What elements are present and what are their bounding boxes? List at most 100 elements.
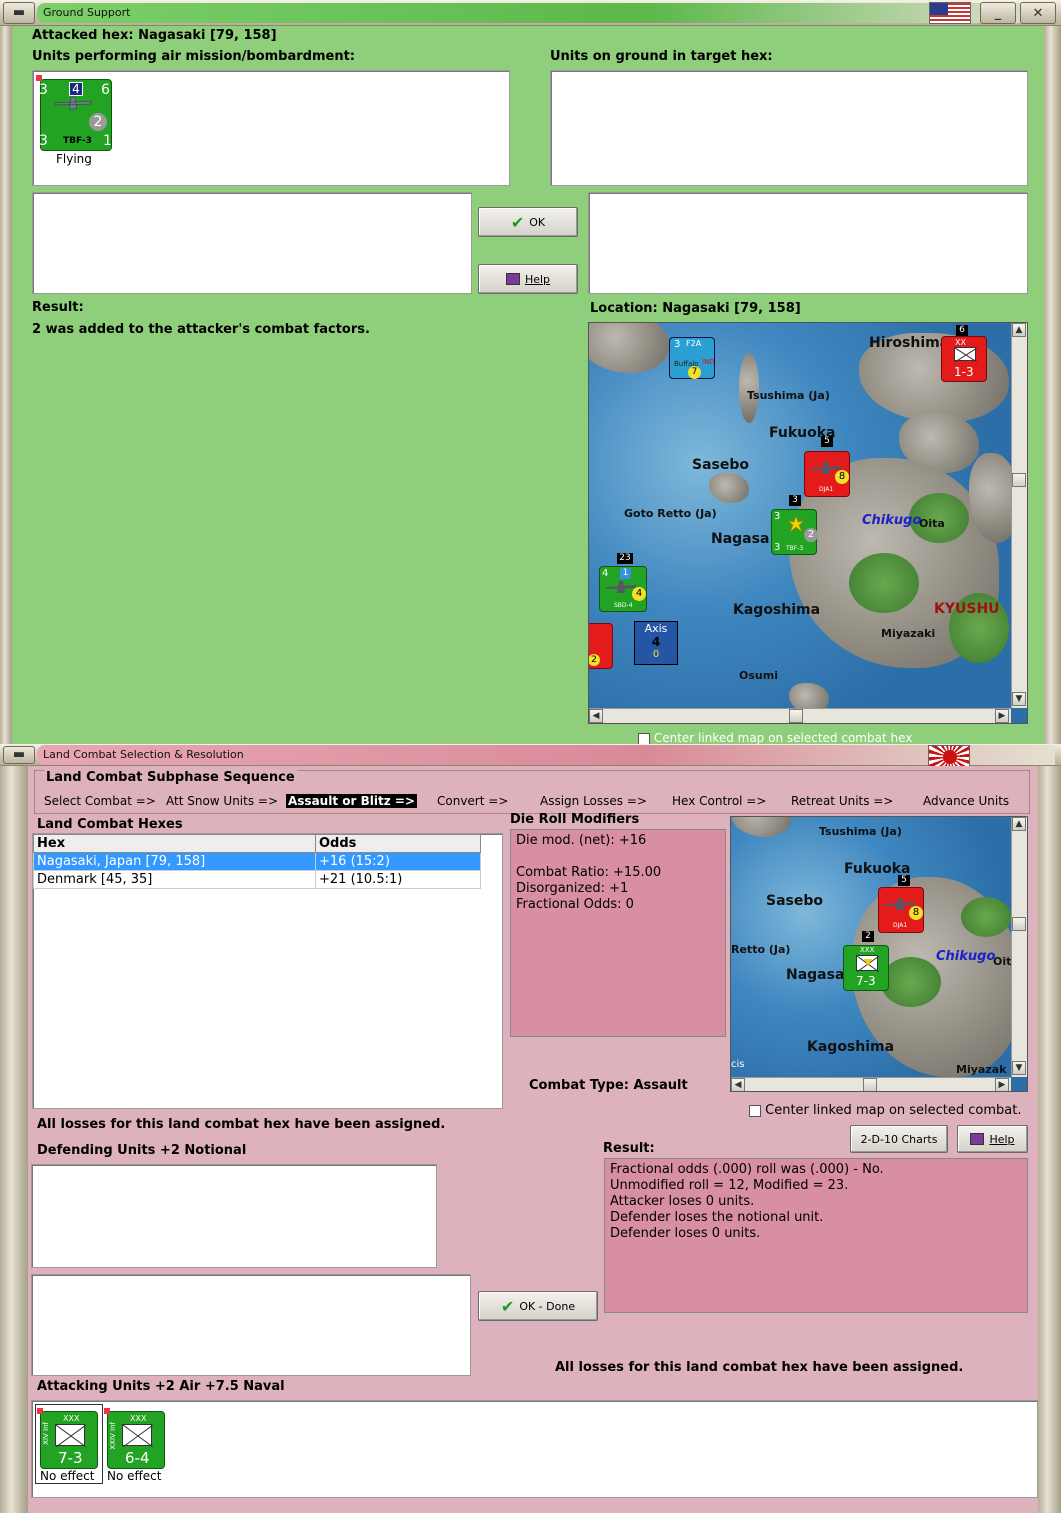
drm-box: Die mod. (net): +16 Combat Ratio: +15.00…	[510, 829, 726, 1037]
table-row[interactable]: Denmark [45, 35] +21 (10.5:1)	[33, 870, 481, 889]
row-hex: Nagasaki, Japan [79, 158]	[33, 852, 316, 871]
forest-area	[881, 957, 941, 1007]
col-hex-header[interactable]: Hex	[33, 834, 316, 853]
step-retreat-units: Retreat Units =>	[791, 794, 894, 808]
step-assign-losses: Assign Losses =>	[540, 794, 647, 808]
buffalo-counter[interactable]: 3 F2A Buffalo 7 IND	[669, 337, 715, 379]
charts-button-label: 2-D-10 Charts	[860, 1132, 938, 1146]
attacker-counter-xiv[interactable]: XIV Inf XXX 7-3	[37, 1408, 98, 1469]
scroll-thumb[interactable]	[789, 709, 803, 723]
map-label-tsushima: Tsushima (Ja)	[819, 825, 902, 838]
fukuoka-air-counter[interactable]: 8 DJA1	[804, 451, 850, 497]
drm-line	[516, 849, 720, 865]
air-units-label: Units performing air mission/bombardment…	[32, 49, 356, 64]
row-odds: +21 (10.5:1)	[315, 870, 481, 889]
attacker-counter-xxiv[interactable]: XXIV Inf XXX 6-4	[104, 1408, 165, 1469]
counter-size: XXX	[63, 1414, 80, 1423]
tbf-map-counter[interactable]: 3 2 3 TBF-3	[771, 509, 818, 555]
sbd-counter[interactable]: 4 1 4 SBD-4	[599, 566, 647, 612]
result-line: Defender loses 0 units.	[610, 1226, 761, 1241]
scroll-right-arrow-icon[interactable]: ▶	[995, 709, 1009, 723]
window-title: Land Combat Selection & Resolution	[37, 744, 1055, 765]
scroll-left-arrow-icon[interactable]: ◀	[731, 1078, 745, 1091]
center-linked-checkbox[interactable]	[638, 732, 650, 745]
air-unit-stat-tl: 3	[39, 82, 48, 98]
combat-linked-map[interactable]: Tsushima (Ja) Fukuoka Sasebo Retto (Ja) …	[730, 816, 1028, 1092]
window-menu-icon[interactable]: ▬	[3, 745, 35, 764]
scroll-up-arrow-icon[interactable]: ▲	[1012, 323, 1026, 337]
table-row[interactable]: Nagasaki, Japan [79, 158] +16 (15:2)	[33, 852, 481, 871]
col-odds-header[interactable]: Odds	[315, 834, 481, 853]
stack-count: 3	[789, 495, 801, 506]
fukuoka-air-counter[interactable]: 8 DJA1	[878, 887, 924, 933]
counter-size: XXX	[130, 1414, 147, 1423]
air-unit-status: Flying	[56, 152, 92, 166]
center-linked-option[interactable]: Center linked map on selected combat hex	[638, 731, 912, 745]
map-vertical-scrollbar[interactable]: ▲ ▼	[1011, 817, 1027, 1077]
air-unit-stat-bl: 3	[39, 133, 48, 149]
counter-marker	[104, 1408, 110, 1414]
result-box: Fractional odds (.000) roll was (.000) -…	[604, 1158, 1028, 1313]
defending-units-label: Defending Units +2 Notional	[37, 1143, 247, 1158]
subphase-label: Land Combat Subphase Sequence	[44, 770, 297, 785]
scroll-down-arrow-icon[interactable]: ▼	[1012, 692, 1026, 706]
scroll-down-arrow-icon[interactable]: ▼	[1012, 1061, 1026, 1075]
counter-size: XX	[955, 338, 966, 347]
help-button[interactable]: Help	[957, 1125, 1028, 1153]
counter-value: 7-3	[58, 1449, 83, 1467]
map-vertical-scrollbar[interactable]: ▲ ▼	[1011, 323, 1027, 708]
stack-count: 2	[862, 931, 874, 942]
counter-corps: XXIV Inf	[109, 1422, 117, 1450]
minimize-button[interactable]: _	[980, 2, 1016, 24]
infantry-counter[interactable]: XXX 7-3	[843, 945, 889, 991]
ok-done-button[interactable]: ✔ OK - Done	[478, 1291, 598, 1321]
window-menu-icon[interactable]: ▬	[3, 1, 35, 24]
air-unit-name: TBF-3	[63, 136, 92, 146]
step-select-combat: Select Combat =>	[44, 794, 156, 808]
counter-name: DJA1	[819, 486, 834, 493]
center-linked-option[interactable]: Center linked map on selected combat.	[749, 1103, 1022, 1118]
attacking-units-box: XIV Inf XXX 7-3 No effect XXIV Inf XXX 6…	[31, 1400, 1038, 1498]
scroll-right-arrow-icon[interactable]: ▶	[995, 1078, 1009, 1091]
map-horizontal-scrollbar[interactable]: ◀ ▶	[731, 1077, 1011, 1091]
result-line: Defender loses the notional unit.	[610, 1210, 824, 1225]
drm-line: Combat Ratio: +15.00	[516, 865, 662, 880]
map-horizontal-scrollbar[interactable]: ◀ ▶	[589, 708, 1011, 723]
location-label: Location: Nagasaki [79, 158]	[590, 301, 801, 316]
close-button[interactable]: ✕	[1020, 2, 1056, 24]
help-button[interactable]: Help	[478, 264, 578, 294]
scroll-left-arrow-icon[interactable]: ◀	[589, 709, 603, 723]
plane-icon	[53, 96, 93, 110]
counter-value: 1-3	[954, 365, 974, 379]
left-red-counter[interactable]: 2	[589, 623, 613, 669]
counter-name: F2A	[686, 339, 702, 348]
scroll-up-arrow-icon[interactable]: ▲	[1012, 817, 1026, 831]
map-label-osumi: Osumi	[739, 669, 778, 682]
attacked-hex-label: Attacked hex: Nagasaki [79, 158]	[32, 28, 277, 43]
attacker-status: No effect	[40, 1469, 95, 1483]
counter-stat: 3	[774, 511, 781, 522]
air-details-box	[32, 192, 472, 294]
step-att-snow: Att Snow Units =>	[166, 794, 279, 808]
center-linked-label: Center linked map on selected combat hex	[653, 731, 913, 745]
scroll-thumb[interactable]	[1012, 917, 1026, 931]
xx-red-counter[interactable]: XX 1-3	[941, 336, 987, 382]
counter-stat: 3	[774, 542, 781, 553]
charts-button[interactable]: 2-D-10 Charts	[850, 1125, 948, 1153]
infantry-icon	[55, 1424, 87, 1448]
counter-name: TBF-3	[786, 545, 804, 552]
ok-done-label: OK - Done	[519, 1299, 576, 1313]
ok-button[interactable]: ✔ OK	[478, 207, 578, 237]
linked-map[interactable]: Hiroshima Tsushima (Ja) Fukuoka Sasebo G…	[588, 322, 1028, 724]
book-icon	[505, 273, 520, 285]
counter-stat: 4	[632, 587, 646, 601]
center-linked-checkbox[interactable]	[749, 1104, 761, 1117]
result-line: Fractional odds (.000) roll was (.000) -…	[610, 1162, 884, 1177]
japan-flag-icon	[928, 745, 970, 767]
air-unit-stat-br: 1	[103, 133, 112, 149]
forest-area	[961, 897, 1011, 937]
scroll-thumb[interactable]	[863, 1078, 877, 1091]
scroll-thumb[interactable]	[1012, 473, 1026, 487]
tbf3-counter[interactable]: 3 4 6 2 3 TBF-3 1	[36, 75, 112, 151]
counter-value: 8	[909, 906, 923, 920]
